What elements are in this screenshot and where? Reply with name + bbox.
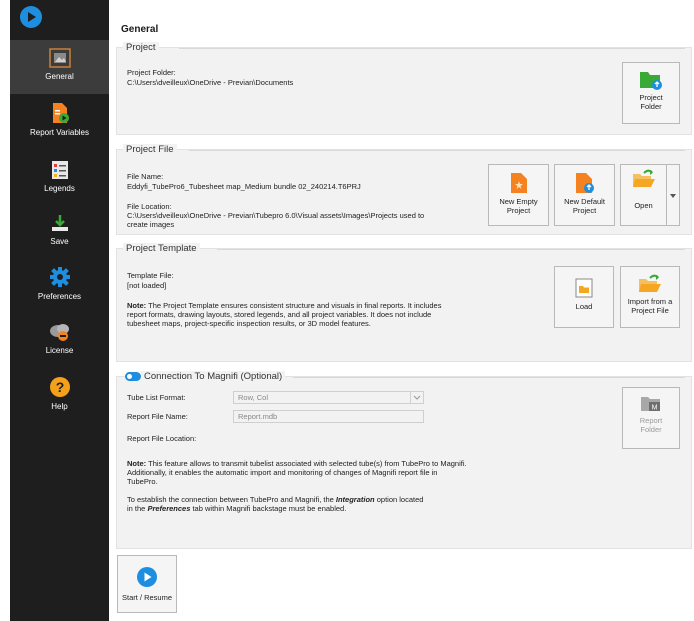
magnifi-heading: Connection To Magnifi (Optional) — [141, 371, 286, 382]
open-dropdown-button[interactable] — [666, 164, 680, 226]
note-bold: Note: — [127, 459, 147, 468]
project-folder-button[interactable]: Project Folder — [622, 62, 680, 124]
conn-text: option located — [374, 495, 424, 504]
file-name-label: File Name: — [127, 172, 164, 181]
legends-icon — [51, 161, 68, 179]
svg-text:?: ? — [55, 379, 64, 395]
open-label: Open — [634, 201, 653, 210]
sidebar-item-save[interactable]: Save — [10, 213, 109, 253]
folder-icon — [640, 72, 662, 90]
main-content: General Project Project Folder: C:\Users… — [110, 0, 694, 621]
general-icon — [48, 48, 71, 68]
sidebar-item-label: Save — [50, 237, 69, 246]
button-label-line: Project — [506, 206, 531, 215]
load-icon — [575, 278, 593, 298]
magnifi-note-line-2: Additionally, it enables the automatic i… — [127, 468, 438, 477]
open-folder-icon — [633, 169, 655, 187]
sidebar: General Report Variables Legends Save Pr… — [10, 0, 109, 621]
new-empty-project-button[interactable]: New Empty Project — [488, 164, 549, 226]
import-folder-icon — [639, 274, 661, 292]
conn-text: tab within Magnifi backstage must be ena… — [190, 504, 347, 513]
play-icon — [137, 567, 157, 587]
report-file-location-label: Report File Location: — [127, 434, 197, 443]
svg-text:M: M — [652, 405, 658, 412]
magnifi-connection-toggle[interactable] — [125, 372, 141, 381]
start-resume-label: Start / Resume — [121, 593, 173, 602]
note-text: This feature allows to transmit tubelist… — [146, 459, 467, 468]
button-label-line: Folder — [640, 102, 662, 111]
sidebar-item-report-variables[interactable]: Report Variables — [10, 102, 109, 142]
conn-text: in the — [127, 504, 148, 513]
note-text: The Project Template ensures consistent … — [146, 301, 442, 310]
chevron-down-icon — [410, 392, 423, 403]
magnifi-note-line-3: TubePro. — [127, 477, 158, 486]
sidebar-item-general[interactable]: General — [10, 40, 109, 94]
project-file-heading: Project File — [123, 144, 177, 155]
report-folder-button[interactable]: M Report Folder — [622, 387, 680, 449]
chevron-down-icon — [670, 194, 676, 198]
report-file-name-label: Report File Name: — [127, 412, 188, 421]
import-from-project-file-button[interactable]: Import from a Project File — [620, 266, 680, 328]
button-label-line: Project — [639, 93, 663, 102]
integration-option: Integration — [335, 495, 375, 504]
tube-list-format-value: Row, Col — [238, 393, 269, 402]
magnifi-connection-line-2: in the Preferences tab within Magnifi ba… — [127, 504, 346, 514]
template-file-value: [not loaded] — [127, 281, 167, 290]
folder-icon: M — [641, 397, 660, 412]
sidebar-item-label: Preferences — [37, 292, 82, 301]
conn-text: To establish the connection between Tube… — [127, 495, 336, 504]
sidebar-item-label: License — [45, 346, 74, 355]
start-resume-button[interactable]: Start / Resume — [117, 555, 177, 613]
button-label-line: Import from a — [627, 297, 673, 306]
project-template-heading: Project Template — [123, 243, 200, 254]
template-file-label: Template File: — [127, 271, 174, 280]
open-button[interactable]: Open — [620, 164, 667, 226]
magnifi-panel: Connection To Magnifi (Optional) Tube Li… — [116, 371, 692, 549]
button-label-line: Project File — [631, 306, 669, 315]
file-location-value-cont: create images — [127, 220, 175, 229]
project-folder-value: C:\Users\dveilleux\OneDrive - Previan\Do… — [127, 78, 294, 87]
button-label-line: Project — [572, 206, 597, 215]
button-label-line: Report — [639, 416, 663, 425]
project-panel: Project Project Folder: C:\Users\dveille… — [116, 42, 692, 135]
sidebar-item-label: Help — [51, 402, 68, 411]
new-default-file-icon — [575, 173, 594, 193]
file-name-value: Eddyfi_TubePro6_Tubesheet map_Medium bun… — [127, 182, 361, 191]
tube-list-format-select[interactable]: Row, Col — [233, 391, 424, 404]
sidebar-item-preferences[interactable]: Preferences — [10, 266, 109, 308]
new-default-project-button[interactable]: New Default Project — [554, 164, 615, 226]
report-file-name-input[interactable]: Report.mdb — [233, 410, 424, 423]
sidebar-item-license[interactable]: License — [10, 322, 109, 362]
button-label-line: Folder — [640, 425, 662, 434]
project-file-panel: Project File File Name: Eddyfi_TubePro6_… — [116, 144, 692, 235]
load-template-button[interactable]: Load — [554, 266, 614, 328]
sidebar-item-help[interactable]: ? Help — [10, 376, 109, 416]
note-bold: Note: — [127, 301, 147, 310]
button-label-line: New Default — [564, 197, 605, 206]
report-variables-icon — [52, 103, 69, 123]
save-icon — [51, 215, 68, 231]
project-folder-label: Project Folder: — [127, 68, 176, 77]
preferences-tab-ref: Preferences — [147, 504, 191, 513]
sidebar-item-label: General — [45, 72, 74, 81]
load-label: Load — [575, 302, 593, 311]
tube-list-format-label: Tube List Format: — [127, 393, 186, 402]
project-template-panel: Project Template Template File: [not loa… — [116, 243, 692, 362]
template-note-line-3: tubesheet maps, project-specific inspect… — [127, 319, 371, 328]
sidebar-item-legends[interactable]: Legends — [10, 160, 109, 200]
button-label-line: New Empty — [499, 197, 538, 206]
new-file-icon — [510, 173, 527, 193]
sidebar-item-label: Legends — [44, 184, 75, 193]
gear-icon — [49, 267, 70, 287]
help-icon: ? — [49, 377, 70, 397]
license-icon — [49, 324, 69, 341]
page-title: General — [121, 24, 159, 35]
app-logo-icon[interactable] — [20, 6, 42, 28]
project-heading: Project — [123, 42, 159, 53]
sidebar-item-label: Report Variables — [30, 128, 89, 137]
